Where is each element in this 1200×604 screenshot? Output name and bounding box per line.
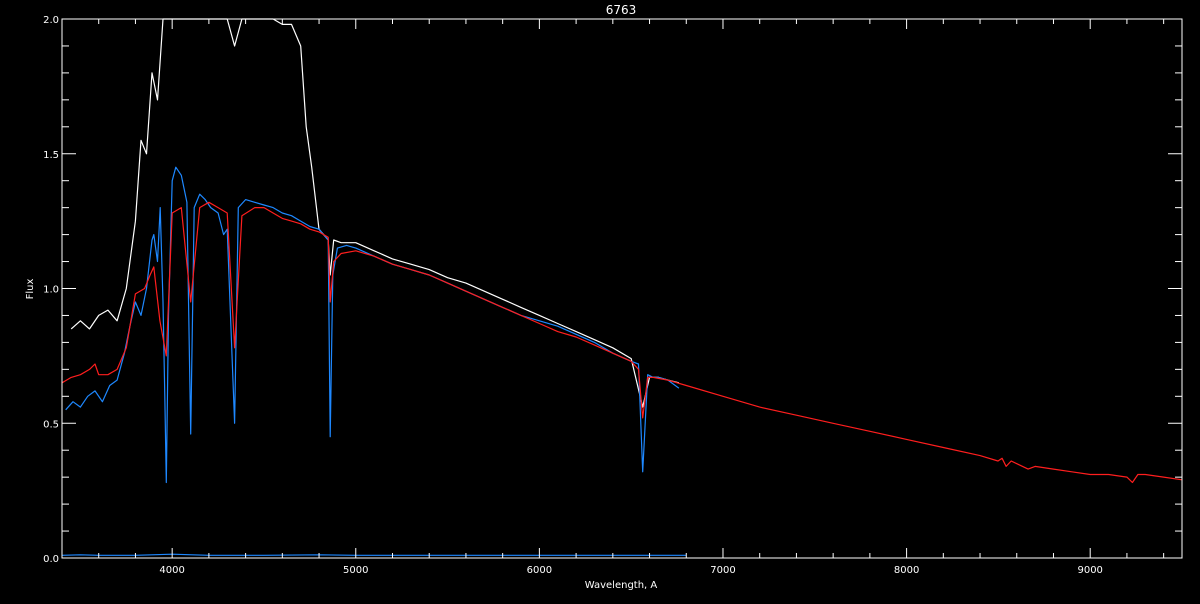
- x-tick-label: 6000: [527, 565, 552, 576]
- chart-title: 6763: [606, 3, 637, 17]
- y-tick-label: 1.0: [43, 285, 59, 296]
- y-tick-label: 0.5: [43, 419, 59, 430]
- x-axis-label: Wavelength, A: [585, 580, 658, 591]
- y-tick-label: 2.0: [43, 15, 59, 26]
- x-tick-label: 4000: [159, 565, 184, 576]
- x-tick-label: 9000: [1077, 565, 1102, 576]
- x-tick-label: 7000: [710, 565, 735, 576]
- plot-background: [0, 0, 1200, 600]
- y-axis-label: Flux: [25, 279, 36, 300]
- y-tick-label: 0.0: [43, 554, 59, 565]
- x-tick-label: 5000: [343, 565, 368, 576]
- plot-svg: 4000 5000 6000 7000 8000 90000.00.51.01.52.0 …: [0, 0, 1200, 600]
- x-tick-label: 8000: [894, 565, 919, 576]
- y-tick-label: 1.5: [43, 150, 59, 161]
- spectrum-chart: 4000 5000 6000 7000 8000 9000 0.0 0.5 1.0 1.5 2.0 …: [0, 0, 1200, 600]
